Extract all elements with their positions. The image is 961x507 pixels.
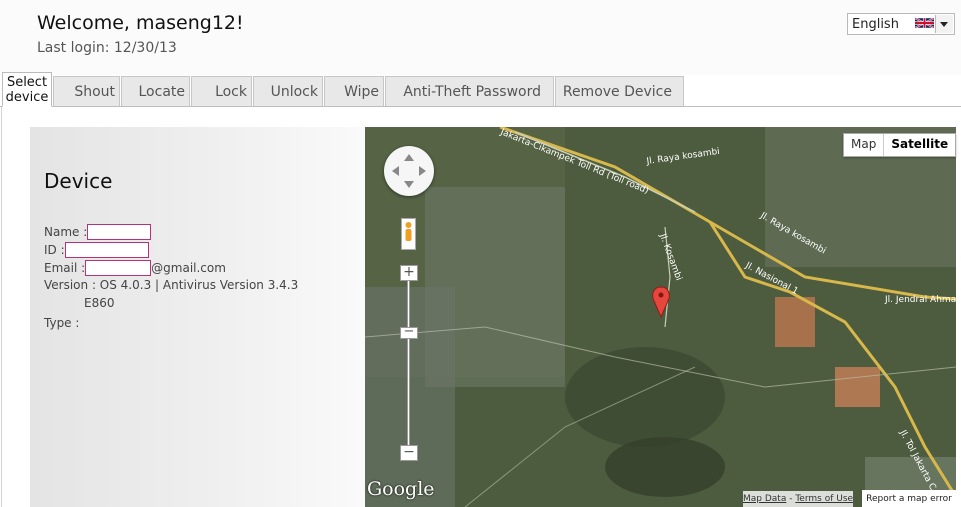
redacted-email: [85, 260, 152, 276]
tab-label: Locate: [138, 83, 186, 100]
pan-control[interactable]: [384, 146, 434, 196]
tab-label: Anti-Theft Password: [403, 83, 541, 100]
redacted-id: [64, 242, 149, 258]
welcome-message: Welcome, maseng12!: [37, 12, 244, 34]
terms-of-use-link[interactable]: Terms of Use: [795, 494, 853, 504]
zoom-track[interactable]: [407, 273, 410, 455]
device-name-row: Name :: [44, 224, 152, 240]
map-type-control: Map Satellite: [843, 133, 957, 157]
google-logo: Google: [367, 478, 435, 500]
uk-flag-icon: [915, 17, 934, 29]
zoom-control: + − −: [400, 263, 418, 463]
satellite-imagery: Jakarta-Cikampek Toll Rd (Toll road) Jl.…: [365, 127, 956, 507]
tab-remove-device[interactable]: Remove Device: [555, 76, 684, 106]
tab-lock[interactable]: Lock: [191, 76, 252, 106]
road-label: Jl. Jendral Ahma: [884, 295, 956, 305]
email-suffix: @gmail.com: [151, 261, 226, 275]
tab-label: Lock: [215, 83, 247, 100]
device-version: Version : OS 4.0.3 | Antivirus Version 3…: [44, 278, 299, 292]
tab-wipe[interactable]: Wipe: [324, 76, 384, 106]
pan-arrows-icon: [392, 154, 426, 188]
toolbar-divider: [0, 106, 961, 107]
pegman-icon: [405, 222, 412, 241]
map-data-link[interactable]: Map Data: [743, 494, 786, 504]
street-view-pegman[interactable]: [401, 218, 416, 250]
tab-anti-theft-password[interactable]: Anti-Theft Password: [385, 76, 554, 106]
device-id-row: ID :: [44, 242, 149, 258]
tab-locate[interactable]: Locate: [121, 76, 190, 106]
zoom-in-button[interactable]: +: [400, 265, 418, 281]
zoom-out-button[interactable]: −: [400, 445, 418, 461]
tab-label: Wipe: [344, 83, 379, 100]
chevron-down-icon[interactable]: [935, 15, 953, 33]
name-label: Name :: [44, 225, 88, 239]
email-label: Email :: [44, 261, 86, 275]
redacted-name: [87, 224, 152, 240]
map-type-map-button[interactable]: Map: [844, 134, 885, 156]
content-border: [1, 107, 2, 507]
device-model: E860: [84, 296, 115, 310]
tab-shout[interactable]: Shout: [53, 76, 120, 106]
tab-label: Shout: [74, 83, 115, 100]
tab-label: Select device: [5, 74, 49, 105]
zoom-slider-handle[interactable]: −: [400, 325, 418, 339]
location-map[interactable]: Jakarta-Cikampek Toll Rd (Toll road) Jl.…: [365, 127, 956, 507]
language-select[interactable]: English: [847, 13, 955, 35]
tab-label: Remove Device: [562, 83, 672, 100]
tab-unlock[interactable]: Unlock: [253, 76, 323, 106]
device-title: Device: [44, 169, 113, 193]
device-email-row: Email : @gmail.com: [44, 260, 226, 276]
device-type-label: Type :: [44, 316, 80, 330]
tab-label: Unlock: [270, 83, 318, 100]
language-label: English: [852, 17, 899, 32]
id-label: ID :: [44, 243, 65, 257]
map-type-satellite-button[interactable]: Satellite: [884, 134, 955, 156]
map-attribution: Map Data - Terms of Use: [743, 491, 854, 507]
tab-select-device[interactable]: Select device: [2, 72, 52, 107]
last-login: Last login: 12/30/13: [37, 40, 177, 56]
report-map-error-link[interactable]: Report a map error: [862, 490, 956, 507]
